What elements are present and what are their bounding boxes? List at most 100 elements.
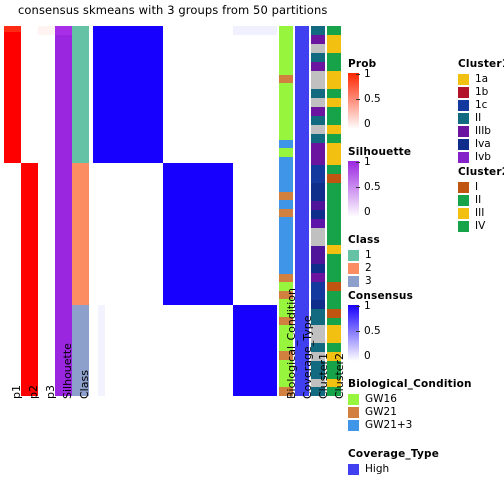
annotation-cell — [327, 53, 341, 62]
legend-cluster1-swatch — [458, 100, 469, 111]
legend-cluster2-label: II — [475, 194, 482, 206]
annotation-cell — [311, 210, 325, 219]
legend-coverage-type-item: High — [348, 463, 439, 476]
legend-cluster1-swatch — [458, 152, 469, 163]
matrix-block-group-3 — [233, 305, 277, 396]
annotation-cell — [311, 89, 325, 98]
annotation-cell — [311, 300, 325, 309]
legend-cluster2-swatch — [458, 182, 469, 193]
legend-class-item: 3 — [348, 275, 380, 288]
legend-cluster1-swatch — [458, 87, 469, 98]
legend-biological-condition-swatch — [348, 394, 359, 405]
matrix-block-group-1 — [93, 26, 163, 163]
legend-consensus-tick-mark — [356, 306, 360, 307]
legend-consensus-title: Consensus — [348, 290, 414, 302]
legend-coverage-type-title: Coverage_Type — [348, 448, 440, 460]
annotation-cell — [311, 264, 325, 273]
annotation-cell — [327, 318, 341, 325]
legend-cluster1-item: 1a — [458, 73, 504, 86]
legend-cluster1-item: 1b — [458, 86, 504, 99]
annotation-cell — [327, 26, 341, 35]
legend-silhouette-tick-mark — [356, 162, 360, 163]
prob-column-p3 — [38, 26, 55, 396]
legend-class-swatch — [348, 276, 359, 287]
legend-biological-condition: Biological_Condition GW16 GW21 GW21+3 — [348, 378, 472, 432]
legend-cluster1-swatch — [458, 139, 469, 150]
legend-consensus: Consensus 1 0.5 0 — [348, 290, 413, 363]
prob-cell — [21, 305, 38, 396]
annotation-cell — [279, 140, 293, 148]
legend-prob-tick-mark — [356, 74, 360, 75]
annotation-cell — [327, 89, 341, 98]
legend-class: Class 123 — [348, 234, 380, 288]
annotation-cell — [279, 274, 293, 282]
annotation-cell — [311, 201, 325, 210]
legend-coverage-type-label: High — [365, 463, 390, 475]
legend-cluster2-item: IV — [458, 220, 504, 233]
legend-consensus-tick-label: 1 — [364, 300, 371, 312]
annotation-cell — [311, 273, 325, 282]
silhouette-cell — [55, 26, 72, 35]
annotation-cell — [311, 165, 325, 174]
matrix-faint-region — [98, 305, 105, 396]
prob-cell — [21, 163, 38, 305]
legend-consensus-tick-label: 0.5 — [364, 325, 381, 337]
annotation-cell — [327, 71, 341, 89]
column-label-biological-condition-text: Biological_Condition — [285, 288, 298, 399]
annotation-cell — [327, 174, 341, 183]
prob-cell — [38, 35, 55, 396]
legend-prob-tick-label: 0 — [364, 118, 371, 130]
annotation-cell — [311, 183, 325, 201]
annotation-cell — [327, 282, 341, 291]
prob-cell — [4, 26, 21, 163]
annotation-cell — [279, 192, 293, 200]
legend-cluster1-item: Ivb — [458, 151, 504, 164]
annotation-cell — [327, 125, 341, 134]
prob-cell — [4, 163, 21, 396]
legend-cluster2-title: Cluster2 — [458, 166, 504, 178]
legend-prob: Prob 1 0.5 0 — [348, 58, 381, 131]
legend-biological-condition-label: GW21+3 — [365, 419, 413, 431]
class-cell — [72, 163, 89, 305]
legend-cluster2-label: I — [475, 181, 479, 193]
row-label-class-text: Class — [78, 370, 91, 399]
legend-cluster1-item: IIIb — [458, 125, 504, 138]
legend-cluster1-item: II — [458, 112, 504, 125]
legend-cluster1-swatch — [458, 126, 469, 137]
column-label-cluster2-text: Cluster2 — [333, 352, 346, 399]
legend-cluster1-label: Iva — [475, 138, 491, 150]
matrix-block-group-2 — [163, 163, 233, 305]
annotation-cell — [279, 83, 293, 140]
annotation-cell — [327, 325, 341, 343]
legend-silhouette-tick-label: 0.5 — [364, 181, 381, 193]
annotation-cell — [311, 98, 325, 107]
row-label-silhouette-text: Silhouette — [61, 343, 74, 399]
annotation-cell — [311, 228, 325, 246]
legend-class-swatch — [348, 250, 359, 261]
annotation-cell — [327, 107, 341, 116]
annotation-cell — [327, 183, 341, 245]
annotation-cell — [311, 116, 325, 125]
legend-cluster2-label: III — [475, 207, 485, 219]
legend-biological-condition-swatch — [348, 420, 359, 431]
legend-cluster1-swatch — [458, 113, 469, 124]
legend-class-label: 2 — [365, 262, 372, 274]
prob-cell — [4, 26, 21, 32]
legend-class-item: 2 — [348, 262, 380, 275]
prob-cell — [38, 26, 55, 35]
annotation-cell — [311, 26, 325, 35]
annotation-cell — [311, 174, 325, 183]
legend-biological-condition-title: Biological_Condition — [348, 378, 472, 390]
prob-column-p1 — [4, 26, 21, 396]
annotation-cell — [279, 217, 293, 274]
legend-silhouette-tick-label: 1 — [364, 156, 371, 168]
annotation-cell — [279, 26, 293, 69]
row-label-p2-text: p2 — [27, 385, 40, 399]
annotation-cell — [311, 71, 325, 89]
annotation-cell — [279, 75, 293, 83]
legend-cluster1-label: Ivb — [475, 151, 491, 163]
annotation-cell — [327, 309, 341, 318]
legend-cluster2-swatch — [458, 208, 469, 219]
annotation-cell — [327, 291, 341, 309]
annotation-column-Cluster2 — [327, 26, 341, 396]
